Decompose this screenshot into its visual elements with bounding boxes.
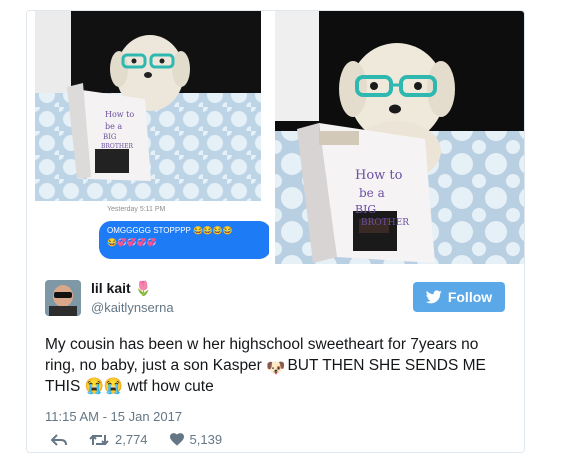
book-text-large: How to — [355, 168, 403, 183]
reply-button[interactable] — [51, 433, 67, 447]
heart-icon — [169, 433, 184, 446]
avatar[interactable] — [45, 280, 81, 316]
svg-text:BROTHER: BROTHER — [361, 218, 409, 228]
svg-text:be a: be a — [105, 122, 122, 131]
message-text: OMGGGGG STOPPPP — [107, 226, 191, 235]
message-timestamp: Yesterday 5:11 PM — [107, 206, 166, 213]
twitter-bird-icon — [425, 290, 442, 304]
dog-photo-small: How to be a BIG BROTHER — [35, 11, 261, 201]
tweet-timestamp[interactable]: 11:15 AM - 15 Jan 2017 — [45, 409, 182, 424]
svg-text:BIG: BIG — [103, 133, 117, 141]
display-name[interactable]: lil kait 🌷 — [91, 280, 152, 297]
media-image-right[interactable]: How to be a BIG BROTHER — [275, 11, 524, 264]
emoji-row: 😂💞💞💞💞 — [107, 238, 157, 247]
tweet-actions: 2,774 5,139 — [51, 432, 244, 447]
tweet-body: lil kait 🌷 @kaitlynserna Follow My cousi… — [27, 264, 524, 452]
like-count: 5,139 — [189, 432, 223, 447]
tulip-emoji: 🌷 — [134, 280, 153, 296]
message-bubble: OMGGGGG STOPPPP 😂😂😂😂 😂💞💞💞💞 — [99, 221, 269, 259]
user-handle[interactable]: @kaitlynserna — [91, 300, 174, 315]
book-text-small: How to — [105, 110, 134, 119]
tweet-text: My cousin has been w her highschool swee… — [45, 336, 486, 395]
svg-text:be a: be a — [359, 186, 385, 200]
retweet-count: 2,774 — [115, 432, 148, 447]
tweet-card: How to be a BIG BROTHER Yesterday 5:11 P… — [26, 10, 525, 453]
media-image-left[interactable]: How to be a BIG BROTHER Yesterday 5:11 P… — [27, 11, 269, 264]
svg-text:BIG: BIG — [355, 203, 376, 216]
tweet-media[interactable]: How to be a BIG BROTHER Yesterday 5:11 P… — [27, 11, 524, 264]
retweet-icon — [89, 434, 109, 445]
reply-icon — [51, 433, 67, 446]
crying-emoji-row: 😂😂😂😂 — [192, 226, 233, 235]
message-screenshot: How to be a BIG BROTHER Yesterday 5:11 P… — [35, 11, 269, 264]
like-button[interactable]: 5,139 — [169, 432, 223, 447]
dog-photo-large: How to be a BIG BROTHER — [275, 11, 524, 264]
crying-emoji: 😭😭 — [84, 378, 124, 395]
svg-text:BROTHER: BROTHER — [101, 143, 133, 150]
retweet-button[interactable]: 2,774 — [89, 432, 148, 447]
follow-button[interactable]: Follow — [413, 282, 505, 312]
dog-face-emoji: 🐶 — [266, 360, 286, 377]
